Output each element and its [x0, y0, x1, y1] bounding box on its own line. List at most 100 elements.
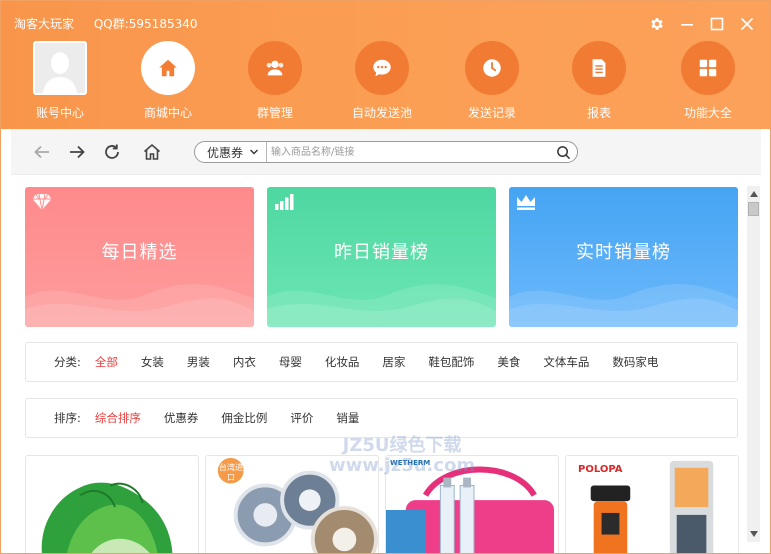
nav-icon-circle — [141, 41, 195, 95]
jade-cabbage-image — [26, 456, 198, 553]
nav-mall-center[interactable]: 商城中心 — [123, 41, 213, 121]
sort-label: 排序: — [54, 411, 81, 425]
nav-label: 群管理 — [256, 106, 293, 120]
home-icon — [159, 59, 177, 77]
search-type-select[interactable]: 优惠券 — [195, 142, 267, 162]
wave-decoration — [25, 284, 254, 327]
sort-item-commission[interactable]: 佣金比例 — [221, 410, 267, 426]
category-item-shoes-bags[interactable]: 鞋包配饰 — [428, 354, 474, 370]
document-icon — [592, 59, 606, 77]
main-nav: 账号中心 商城中心 群管理 自动发送池 发送记录 报表 功能大全 — [1, 41, 770, 129]
product-card[interactable]: POLOPA — [565, 455, 739, 553]
nav-all-features[interactable]: 功能大全 — [663, 41, 753, 121]
scroll-thumb[interactable] — [748, 202, 759, 216]
nav-send-records[interactable]: 发送记录 — [447, 41, 537, 121]
category-filter: 分类: 全部 女装 男装 内衣 母婴 化妆品 居家 鞋包配饰 美食 文体车品 数… — [25, 342, 738, 382]
scroll-down-button[interactable] — [747, 528, 760, 540]
card-title: 每日精选 — [101, 242, 178, 263]
sort-item-coupon[interactable]: 优惠券 — [164, 410, 199, 426]
search-type-value: 优惠券 — [207, 145, 244, 160]
browser-toolbar: 优惠券 — [11, 129, 761, 175]
category-item-men[interactable]: 男装 — [187, 354, 210, 370]
chat-icon — [373, 59, 391, 77]
badge-taiwan-import: 台湾进口 — [219, 463, 243, 482]
nav-auto-send-pool[interactable]: 自动发送池 — [337, 41, 427, 121]
category-item-underwear[interactable]: 内衣 — [233, 354, 256, 370]
nav-label: 商城中心 — [143, 106, 192, 120]
vertical-scrollbar[interactable] — [747, 186, 760, 542]
brand-polopa: POLOPA — [578, 464, 623, 475]
cosmetic-bag-image — [386, 456, 558, 553]
category-item-sports-car[interactable]: 文体车品 — [543, 354, 589, 370]
sort-item-sales[interactable]: 销量 — [336, 410, 359, 426]
close-button[interactable] — [738, 15, 756, 33]
forward-button[interactable] — [66, 141, 88, 163]
category-item-home[interactable]: 居家 — [382, 354, 405, 370]
arrow-left-icon — [34, 145, 49, 159]
category-item-food[interactable]: 美食 — [497, 354, 520, 370]
sort-item-rating[interactable]: 评价 — [290, 410, 313, 426]
close-icon — [740, 17, 754, 31]
app-window: 淘客大玩家 QQ群:595185340 账号中心 商城中心 群管理 自动发送池 … — [0, 0, 771, 554]
brand-wetherm: WETHERM — [390, 459, 431, 467]
ranking-cards: 每日精选 昨日销量榜 实时销量榜 — [25, 187, 738, 327]
nav-icon-circle — [572, 41, 626, 95]
category-item-cosmetics[interactable]: 化妆品 — [325, 354, 360, 370]
product-card[interactable]: WETHERM — [385, 455, 559, 553]
settings-button[interactable] — [648, 15, 666, 33]
crown-icon — [517, 195, 535, 210]
search-button[interactable] — [549, 145, 577, 160]
card-realtime-sales-rank[interactable]: 实时销量榜 — [509, 187, 738, 327]
refresh-icon — [105, 144, 119, 159]
nav-label: 报表 — [586, 106, 611, 120]
app-title: 淘客大玩家 QQ群:595185340 — [14, 15, 214, 32]
sort-filter: 排序: 综合排序 优惠券 佣金比例 评价 销量 — [25, 398, 738, 438]
nav-reports[interactable]: 报表 — [554, 41, 644, 121]
sort-item-overall[interactable]: 综合排序 — [95, 410, 141, 426]
back-button[interactable] — [31, 141, 53, 163]
wave-decoration — [267, 284, 496, 327]
wave-decoration — [509, 284, 738, 327]
maximize-icon — [710, 17, 724, 31]
qq-group: QQ群:595185340 — [93, 17, 198, 31]
category-item-women[interactable]: 女装 — [141, 354, 164, 370]
nav-label: 账号中心 — [35, 106, 84, 120]
app-name: 淘客大玩家 — [14, 17, 75, 31]
product-card[interactable] — [25, 455, 199, 553]
nav-icon-circle — [465, 41, 519, 95]
home-button[interactable] — [141, 141, 163, 163]
clock-icon — [483, 59, 501, 77]
category-label: 分类: — [54, 355, 81, 369]
search-bar: 优惠券 — [194, 141, 578, 163]
users-icon — [266, 60, 284, 76]
watermark-line1: JZ5U绿色下载 — [342, 435, 462, 456]
card-yesterday-sales-rank[interactable]: 昨日销量榜 — [267, 187, 496, 327]
card-daily-selection[interactable]: 每日精选 — [25, 187, 254, 327]
bar-chart-icon — [275, 194, 294, 210]
minimize-button[interactable] — [678, 15, 696, 33]
nav-group-management[interactable]: 群管理 — [230, 41, 320, 121]
search-input[interactable] — [267, 143, 549, 161]
header-bar: 淘客大玩家 QQ群:595185340 账号中心 商城中心 群管理 自动发送池 … — [1, 1, 770, 129]
triangle-down-icon — [749, 531, 758, 537]
triangle-up-icon — [749, 191, 758, 197]
nav-label: 自动发送池 — [351, 106, 412, 120]
nav-label: 发送记录 — [467, 106, 516, 120]
product-grid: 台湾进口 WETHERM POLOPA — [25, 455, 739, 553]
card-title: 昨日销量榜 — [334, 242, 429, 263]
grid-icon — [699, 59, 717, 77]
category-item-all[interactable]: 全部 — [95, 354, 118, 370]
nav-account-center[interactable]: 账号中心 — [15, 41, 105, 121]
maximize-button[interactable] — [708, 15, 726, 33]
chevron-down-icon — [250, 149, 259, 155]
nav-label: 功能大全 — [683, 106, 732, 120]
home-outline-icon — [143, 143, 161, 160]
refresh-button[interactable] — [101, 141, 123, 163]
nav-icon-circle — [355, 41, 409, 95]
product-card[interactable]: 台湾进口 — [205, 455, 379, 553]
avatar — [33, 41, 87, 95]
category-item-baby[interactable]: 母婴 — [279, 354, 302, 370]
scroll-up-button[interactable] — [747, 188, 760, 200]
category-item-digital[interactable]: 数码家电 — [612, 354, 658, 370]
arrow-right-icon — [70, 145, 85, 159]
